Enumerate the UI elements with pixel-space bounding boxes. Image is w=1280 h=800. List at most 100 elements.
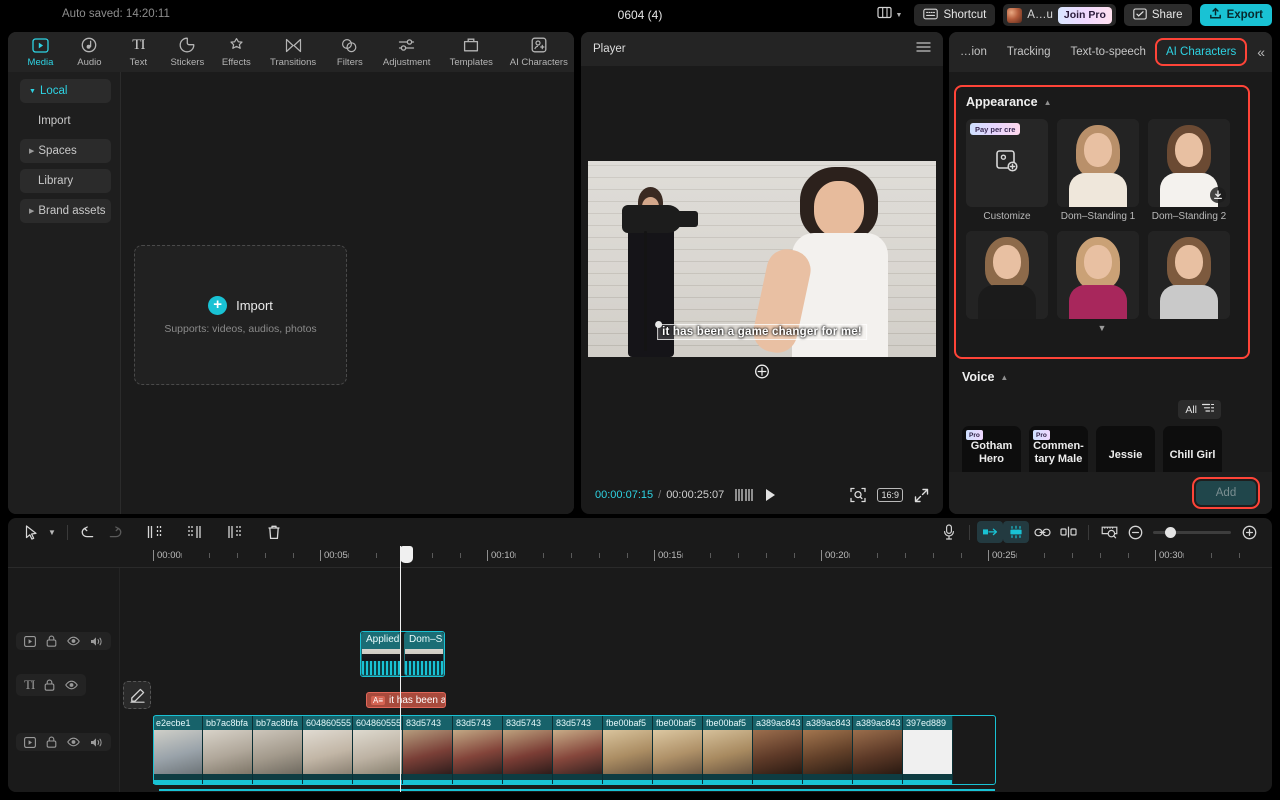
tab-ai-characters[interactable]: AI Characters bbox=[504, 32, 574, 72]
text-clip[interactable]: A≡ it has been a bbox=[366, 692, 446, 708]
tab-ai-characters-right[interactable]: AI Characters bbox=[1154, 38, 1248, 66]
snapshot-icon[interactable] bbox=[850, 487, 867, 503]
speaker-icon[interactable] bbox=[90, 737, 103, 748]
user-chip[interactable]: A…u Join Pro bbox=[1003, 4, 1116, 26]
edit-track-button[interactable] bbox=[123, 681, 151, 709]
voice-filter-button[interactable]: All bbox=[1178, 400, 1221, 419]
video-track-icon[interactable] bbox=[24, 736, 36, 748]
lock-icon[interactable] bbox=[46, 736, 57, 748]
frame-step-icon[interactable] bbox=[735, 489, 754, 501]
lock-icon[interactable] bbox=[44, 679, 55, 691]
tab-text-to-speech[interactable]: Text-to-speech bbox=[1062, 40, 1155, 64]
tab-filters[interactable]: Filters bbox=[325, 32, 374, 72]
split-clip-icon[interactable] bbox=[1055, 521, 1081, 543]
appearance-item-4[interactable] bbox=[1057, 231, 1139, 319]
speaker-icon[interactable] bbox=[90, 636, 103, 647]
share-button[interactable]: Share bbox=[1123, 4, 1192, 26]
eye-icon[interactable] bbox=[65, 680, 79, 690]
tool-dropdown-icon[interactable]: ▼ bbox=[44, 521, 60, 543]
tab-transitions[interactable]: Transitions bbox=[261, 32, 326, 72]
main-clip[interactable]: 83d5743 bbox=[453, 716, 503, 784]
microphone-icon[interactable] bbox=[936, 521, 962, 543]
export-button[interactable]: Export bbox=[1199, 4, 1272, 26]
shortcut-button[interactable]: Shortcut bbox=[914, 4, 996, 26]
trim-start-icon[interactable] bbox=[181, 521, 207, 543]
tab-templates[interactable]: Templates bbox=[439, 32, 504, 72]
eye-icon[interactable] bbox=[67, 636, 80, 646]
split-icon[interactable] bbox=[141, 521, 167, 543]
sidebar-item-library[interactable]: Library bbox=[20, 169, 111, 193]
redo-icon[interactable] bbox=[101, 521, 127, 543]
zoom-in-icon[interactable] bbox=[1236, 521, 1262, 543]
download-icon[interactable] bbox=[1210, 187, 1226, 203]
sidebar-item-import[interactable]: Import bbox=[20, 109, 111, 133]
voice-header[interactable]: Voice ▲ bbox=[954, 370, 1267, 384]
appearance-item-3[interactable] bbox=[966, 231, 1048, 319]
tab-adjustment[interactable]: Adjustment bbox=[374, 32, 439, 72]
zoom-slider-handle[interactable] bbox=[1165, 526, 1176, 538]
main-clip[interactable]: fbe00baf5 bbox=[653, 716, 703, 784]
overlay-clip-applied[interactable]: Applied bbox=[361, 632, 401, 676]
select-tool-icon[interactable] bbox=[18, 521, 44, 543]
zoom-slider[interactable] bbox=[1153, 526, 1231, 538]
subtitle-handle[interactable] bbox=[655, 321, 663, 328]
main-clip[interactable]: e2ecbe1 bbox=[153, 716, 203, 784]
undo-icon[interactable] bbox=[75, 521, 101, 543]
auto-captions-icon[interactable] bbox=[977, 521, 1003, 543]
link-icon[interactable] bbox=[1029, 521, 1055, 543]
main-clip[interactable]: fbe00baf5 bbox=[703, 716, 753, 784]
add-button[interactable]: Add bbox=[1196, 481, 1256, 505]
appearance-item-5[interactable] bbox=[1148, 231, 1230, 319]
appearance-item-dom-standing-2[interactable] bbox=[1148, 119, 1230, 207]
timeline-ruler[interactable]: 00:00 00:05 00:10 00:15 00:20 00:25 00:3… bbox=[8, 546, 1272, 568]
tab-media[interactable]: Media bbox=[16, 32, 65, 72]
tab-audio[interactable]: Audio bbox=[65, 32, 114, 72]
main-clip[interactable]: a389ac843 bbox=[803, 716, 853, 784]
video-track-icon[interactable] bbox=[24, 635, 36, 647]
eye-icon[interactable] bbox=[67, 737, 80, 747]
main-clip[interactable]: 604860555 bbox=[303, 716, 353, 784]
main-clip[interactable]: 604860555 bbox=[353, 716, 403, 784]
main-clip[interactable]: fbe00baf5 bbox=[603, 716, 653, 784]
main-clip[interactable]: 83d5743 bbox=[553, 716, 603, 784]
sidebar-item-spaces[interactable]: ▶ Spaces bbox=[20, 139, 111, 163]
crop-preview-icon[interactable] bbox=[1096, 521, 1122, 543]
main-clip[interactable]: a389ac843 bbox=[853, 716, 903, 784]
player-menu-icon[interactable] bbox=[916, 40, 931, 58]
join-pro-button[interactable]: Join Pro bbox=[1057, 6, 1112, 24]
appearance-expand-icon[interactable]: ▼ bbox=[966, 323, 1238, 333]
main-clip[interactable]: a389ac843 bbox=[753, 716, 803, 784]
main-clip[interactable]: bb7ac8bfa bbox=[253, 716, 303, 784]
subtitle-overlay[interactable]: it has been a game changer for me! bbox=[655, 321, 867, 340]
playhead[interactable] bbox=[400, 546, 401, 792]
rotate-handle-icon[interactable] bbox=[755, 364, 770, 384]
playhead-handle[interactable] bbox=[400, 546, 413, 563]
play-button[interactable] bbox=[764, 488, 777, 502]
import-dropzone[interactable]: + Import Supports: videos, audios, photo… bbox=[134, 245, 347, 385]
appearance-header[interactable]: Appearance ▲ bbox=[966, 95, 1238, 109]
sidebar-item-brand-assets[interactable]: ▶ Brand assets bbox=[20, 199, 111, 223]
tab-text[interactable]: TI Text bbox=[114, 32, 163, 72]
fullscreen-icon[interactable] bbox=[914, 488, 929, 503]
appearance-item-dom-standing-1[interactable] bbox=[1057, 119, 1139, 207]
overlay-clip-dom-s[interactable]: Dom–S bbox=[404, 632, 444, 676]
main-clip[interactable]: bb7ac8bfa bbox=[203, 716, 253, 784]
magnet-snap-icon[interactable] bbox=[1003, 521, 1029, 543]
main-clip[interactable]: 83d5743 bbox=[503, 716, 553, 784]
sidebar-item-local[interactable]: ▼ Local bbox=[20, 79, 111, 103]
appearance-customize[interactable]: Pay per cre bbox=[966, 119, 1048, 207]
aspect-ratio-button[interactable]: 16:9 bbox=[877, 488, 903, 502]
text-track-icon[interactable]: TI bbox=[24, 677, 35, 693]
tab-caption[interactable]: …ion bbox=[951, 40, 996, 64]
zoom-out-icon[interactable] bbox=[1122, 521, 1148, 543]
tab-effects[interactable]: Effects bbox=[212, 32, 261, 72]
video-stage[interactable]: it has been a game changer for me! bbox=[588, 161, 936, 357]
collapse-panel-icon[interactable]: « bbox=[1257, 44, 1265, 60]
trim-end-icon[interactable] bbox=[221, 521, 247, 543]
delete-icon[interactable] bbox=[261, 521, 287, 543]
tab-stickers[interactable]: Stickers bbox=[163, 32, 212, 72]
main-clip[interactable]: 397ed889 bbox=[903, 716, 953, 784]
main-clip[interactable]: 83d5743 bbox=[403, 716, 453, 784]
lock-icon[interactable] bbox=[46, 635, 57, 647]
layout-switch-button[interactable]: ▼ bbox=[873, 4, 907, 26]
